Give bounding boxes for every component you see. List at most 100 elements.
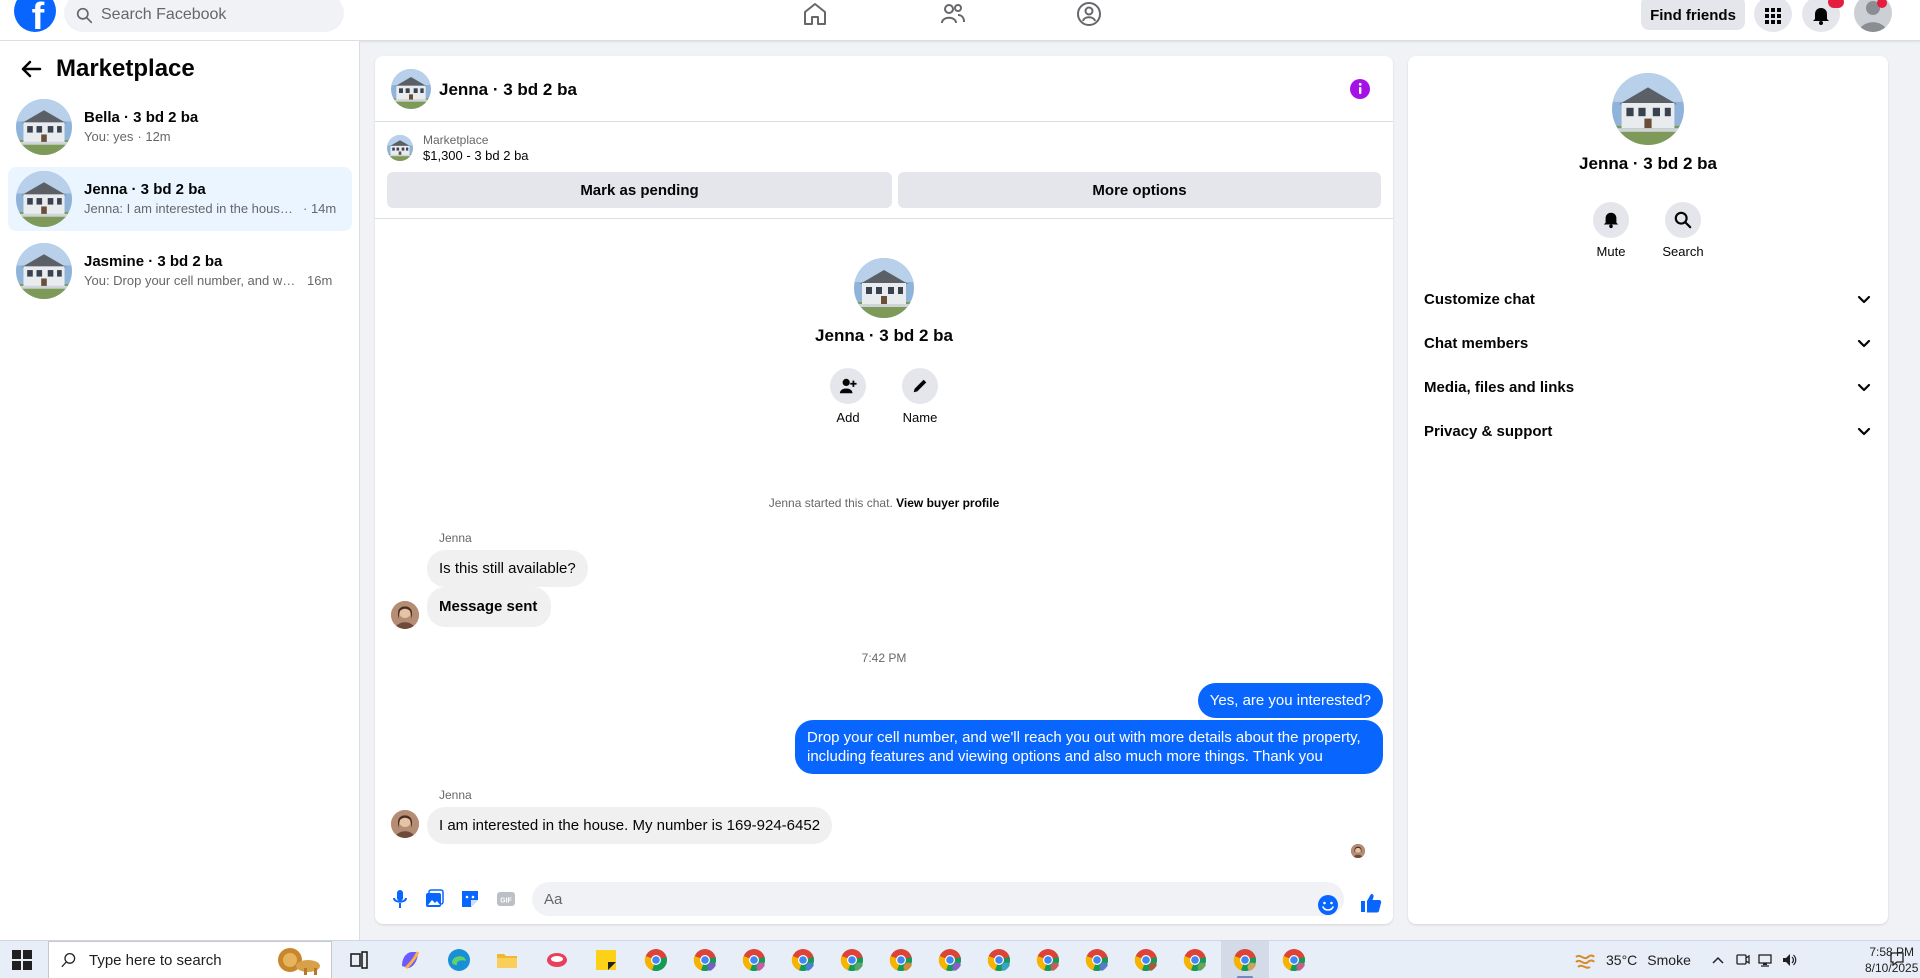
conversation-snippet: Jenna: I am interested in the house. My … — [84, 201, 299, 216]
chrome-profile-icon[interactable] — [693, 948, 717, 972]
chrome-profile-icon[interactable] — [742, 948, 766, 972]
conversation-time: · 12m — [137, 129, 171, 144]
notification-center-icon[interactable] — [1889, 951, 1905, 967]
weather-widget[interactable]: 35°C Smoke — [1574, 949, 1691, 971]
sidebar-header: Marketplace — [20, 55, 195, 83]
chevron-down-icon — [1857, 427, 1871, 436]
chrome-profile-icon[interactable] — [791, 948, 815, 972]
meet-now-icon[interactable] — [1735, 952, 1751, 968]
chrome-profile-icon[interactable] — [1134, 948, 1158, 972]
microphone-icon[interactable] — [389, 888, 411, 910]
conversation-item-bella[interactable]: Bella · 3 bd 2 ba You: yes · 12m — [8, 95, 352, 159]
facebook-logo[interactable]: f — [14, 0, 56, 32]
privacy-support-section[interactable]: Privacy & support — [1416, 411, 1880, 451]
chrome-profile-icon[interactable] — [987, 948, 1011, 972]
weather-temp: 35°C — [1606, 952, 1638, 968]
conversation-item-jenna[interactable]: Jenna · 3 bd 2 ba Jenna: I am interested… — [8, 167, 352, 231]
chevron-up-icon[interactable] — [1710, 952, 1726, 968]
listing-label: Marketplace — [423, 133, 489, 147]
svg-text:GIF: GIF — [500, 898, 512, 905]
listing-summary[interactable]: Marketplace $1,300 - 3 bd 2 ba — [387, 132, 529, 164]
network-icon[interactable] — [1758, 952, 1774, 968]
sender-avatar[interactable] — [391, 810, 419, 838]
conversation-item-jasmine[interactable]: Jasmine · 3 bd 2 ba You: Drop your cell … — [8, 239, 352, 303]
apps-grid-icon — [1765, 8, 1781, 24]
chevron-down-icon — [1857, 295, 1871, 304]
conversation-name: Jasmine · 3 bd 2 ba — [84, 253, 223, 270]
house-thumbnail — [16, 243, 72, 299]
listing-price: $1,300 - 3 bd 2 ba — [423, 148, 529, 163]
chevron-down-icon — [1857, 383, 1871, 392]
incoming-message[interactable]: Is this still available? — [427, 550, 588, 587]
bell-icon — [1813, 8, 1829, 25]
find-friends-button[interactable]: Find friends — [1641, 0, 1745, 30]
task-view-icon[interactable] — [347, 948, 371, 972]
conversation-name: Jenna · 3 bd 2 ba — [84, 181, 206, 198]
chat-info-panel: Jenna · 3 bd 2 ba Mute Search Customize … — [1408, 56, 1888, 924]
windows-taskbar: Type here to search 35°C Smoke 7:58 PM 8… — [0, 940, 1920, 978]
chat-started-notice: Jenna started this chat. View buyer prof… — [375, 496, 1393, 510]
chat-title[interactable]: Jenna · 3 bd 2 ba — [439, 80, 577, 100]
back-arrow-icon[interactable] — [20, 58, 42, 80]
intro-name: Jenna · 3 bd 2 ba — [815, 326, 953, 345]
chat-avatar[interactable] — [391, 69, 431, 109]
sticky-notes-icon[interactable] — [594, 948, 618, 972]
chevron-down-icon — [1857, 339, 1871, 348]
chrome-profile-icon[interactable] — [1282, 948, 1306, 972]
section-label: Media, files and links — [1424, 378, 1575, 396]
more-options-button[interactable]: More options — [898, 172, 1381, 208]
mark-as-pending-button[interactable]: Mark as pending — [387, 172, 892, 208]
search-in-chat-button[interactable]: Search — [1648, 202, 1718, 259]
photo-icon[interactable] — [423, 888, 445, 910]
chrome-icon[interactable] — [644, 948, 668, 972]
incoming-message[interactable]: I am interested in the house. My number … — [427, 807, 833, 844]
add-label: Add — [836, 410, 860, 425]
system-text: Jenna started this chat. — [768, 496, 893, 510]
menu-button[interactable] — [1754, 0, 1792, 32]
gif-icon[interactable]: GIF — [495, 888, 517, 910]
chrome-profile-icon[interactable] — [938, 948, 962, 972]
facebook-search-bar[interactable]: Search Facebook — [64, 0, 344, 32]
chrome-profile-icon[interactable] — [1183, 948, 1207, 972]
message-input[interactable] — [532, 882, 1344, 916]
section-label: Privacy & support — [1424, 422, 1553, 440]
view-buyer-profile-link[interactable]: View buyer profile — [896, 496, 999, 510]
info-icon[interactable] — [1349, 78, 1371, 100]
volume-icon[interactable] — [1781, 952, 1797, 968]
copilot-icon[interactable] — [398, 948, 422, 972]
bell-icon — [1603, 212, 1619, 229]
customize-chat-section[interactable]: Customize chat — [1416, 279, 1880, 319]
chrome-profile-icon[interactable] — [1036, 948, 1060, 972]
chrome-profile-icon-active[interactable] — [1233, 948, 1257, 972]
media-files-links-section[interactable]: Media, files and links — [1416, 367, 1880, 407]
file-explorer-icon[interactable] — [495, 948, 519, 972]
windows-start-icon[interactable] — [12, 950, 32, 970]
chrome-profile-icon[interactable] — [1085, 948, 1109, 972]
chrome-profile-icon[interactable] — [840, 948, 864, 972]
like-thumbs-up-icon[interactable] — [1360, 892, 1382, 914]
top-bar: f Search Facebook Find friends — [0, 0, 1920, 41]
sender-avatar[interactable] — [391, 601, 419, 629]
taskbar-search-placeholder: Type here to search — [89, 951, 222, 969]
friends-icon[interactable] — [938, 0, 968, 28]
groups-icon[interactable] — [1074, 0, 1104, 28]
smoke-weather-icon — [1575, 954, 1595, 969]
search-placeholder: Search Facebook — [101, 6, 227, 23]
sender-label: Jenna — [439, 788, 472, 802]
home-icon[interactable] — [800, 0, 830, 28]
edge-browser-icon[interactable] — [447, 948, 471, 972]
outgoing-message[interactable]: Yes, are you interested? — [1197, 683, 1383, 718]
snipping-tool-icon[interactable] — [545, 948, 569, 972]
name-button[interactable]: Name — [890, 368, 950, 425]
add-button[interactable]: Add — [818, 368, 878, 425]
sticker-icon[interactable] — [459, 888, 481, 910]
chat-members-section[interactable]: Chat members — [1416, 323, 1880, 363]
emoji-icon[interactable] — [1317, 894, 1339, 916]
lion-search-decoration-icon — [278, 948, 320, 975]
conversation-snippet: You: yes — [84, 129, 134, 144]
outgoing-message[interactable]: Drop your cell number, and we'll reach y… — [795, 720, 1383, 774]
notification-badge — [1828, 0, 1844, 8]
chrome-profile-icon[interactable] — [889, 948, 913, 972]
incoming-message[interactable]: Message sent — [427, 587, 552, 627]
mute-button[interactable]: Mute — [1576, 202, 1646, 259]
